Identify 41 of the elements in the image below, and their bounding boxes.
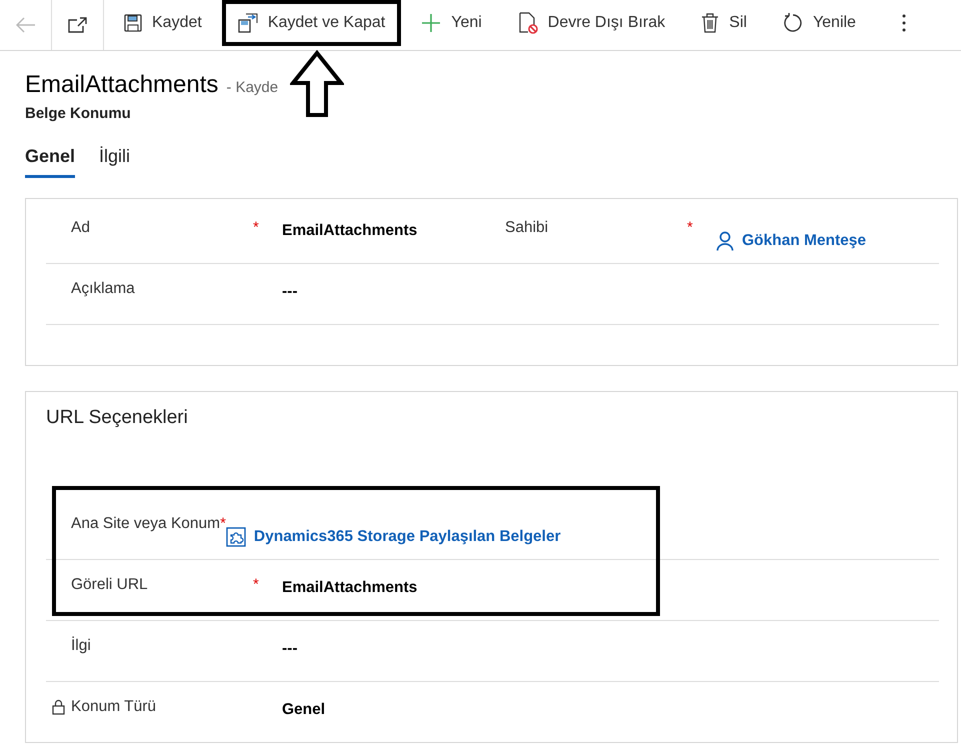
puzzle-icon <box>226 527 246 547</box>
field-value: Genel <box>282 700 326 720</box>
pop-out-icon <box>68 17 88 33</box>
field-label: Açıklama <box>71 280 135 298</box>
delete-button[interactable]: Sil <box>685 0 763 46</box>
save-button[interactable]: Kaydet <box>108 0 218 46</box>
required-marker: * <box>220 515 226 532</box>
refresh-icon <box>782 13 803 33</box>
field-value: --- <box>282 282 298 302</box>
save-close-icon <box>238 13 258 33</box>
more-icon <box>902 14 906 32</box>
annotation-arrow <box>290 50 344 118</box>
required-marker: * <box>253 219 259 236</box>
lookup-link[interactable]: Dynamics365 Storage Paylaşılan Belgeler <box>226 515 561 559</box>
field-label: Göreli URL <box>71 576 148 594</box>
entity-name: Belge Konumu <box>25 105 132 122</box>
section-title: URL Seçenekleri <box>45 406 189 430</box>
field-label: Ad <box>71 219 90 237</box>
field-label: Ana Site veya Konum <box>71 515 220 533</box>
field-value: EmailAttachments <box>282 221 418 241</box>
form-tab[interactable]: İlgili <box>99 146 130 178</box>
field-value: EmailAttachments <box>282 578 418 598</box>
field-label: İlgi <box>71 637 91 655</box>
required-marker: * <box>253 576 259 593</box>
back-arrow-icon <box>16 17 36 33</box>
field-value: --- <box>282 639 298 659</box>
plus-icon <box>421 13 442 33</box>
save-close-button[interactable]: Kaydet ve Kapat <box>222 0 402 46</box>
field-label: Konum Türü <box>71 698 156 716</box>
save-status: - Kayde <box>226 79 278 96</box>
deactivate-button[interactable]: Devre Dışı Bırak <box>502 0 682 46</box>
field-label: Sahibi <box>505 219 548 237</box>
lookup-link[interactable]: Gökhan Menteşe <box>716 219 866 263</box>
refresh-button[interactable]: Yenile <box>766 0 872 46</box>
new-button[interactable]: Yeni <box>405 0 498 46</box>
person-icon <box>716 231 734 251</box>
trash-icon <box>701 13 720 33</box>
document-blocked-icon <box>518 12 538 34</box>
required-marker: * <box>687 219 693 236</box>
form-tab[interactable]: Genel <box>25 146 76 178</box>
record-title: EmailAttachments <box>25 71 218 99</box>
